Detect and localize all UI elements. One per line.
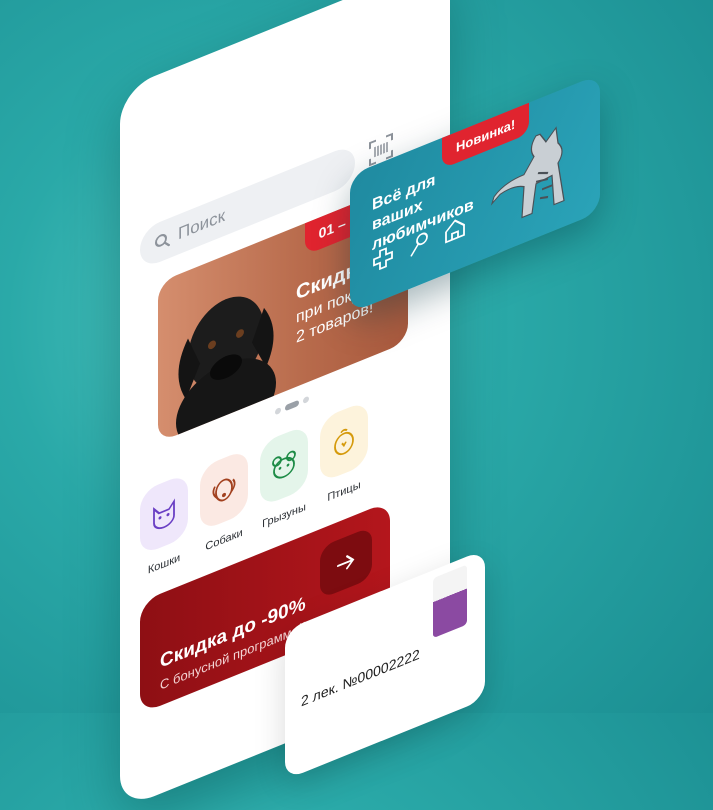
rodent-icon [272,450,296,479]
category-label: Кошки [147,551,181,577]
category-tile[interactable] [140,472,188,556]
category-rodents[interactable]: Грызуны [260,424,308,531]
carousel-dot-active[interactable] [285,399,299,412]
order-number: 2 лек. №00002222 [301,645,420,710]
category-cats[interactable]: Кошки [140,472,188,580]
category-tile[interactable] [320,399,368,484]
carousel-dot[interactable] [275,406,281,416]
search-icon [155,233,170,247]
arrow-right-icon [337,555,355,570]
category-label: Птицы [327,478,361,505]
bird-icon [334,428,354,456]
dog-icon [212,478,236,502]
carousel-dots[interactable] [275,395,309,416]
category-dogs[interactable]: Собаки [200,448,248,555]
promo-arrow-button[interactable] [320,526,372,600]
category-tile[interactable] [200,448,248,532]
dog-photo [176,296,276,443]
product-image [433,564,467,639]
carousel-dot[interactable] [303,395,309,405]
category-tile[interactable] [260,424,308,508]
cat-icon [153,498,175,530]
category-label: Собаки [205,526,243,554]
category-birds[interactable]: Птицы [320,399,368,507]
search-placeholder: Поиск [178,205,226,244]
stage: Поиск 01 – 23 апр Скидки при покупке от … [0,0,713,810]
category-label: Грызуны [262,500,306,531]
